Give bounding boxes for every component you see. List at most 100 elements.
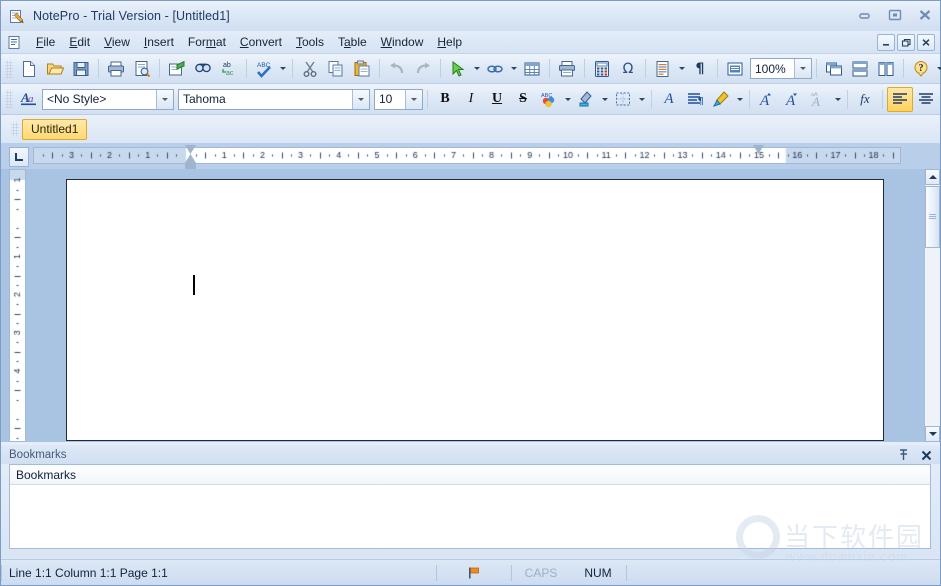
bold-button[interactable]: B bbox=[432, 87, 458, 112]
bookmarks-list[interactable]: Bookmarks bbox=[9, 464, 931, 549]
font-color-dropdown[interactable] bbox=[562, 88, 573, 111]
document-page[interactable] bbox=[66, 179, 884, 441]
toolbar-grip[interactable] bbox=[5, 59, 13, 78]
tabstrip-grip[interactable] bbox=[11, 122, 19, 136]
style-dropdown-arrow[interactable] bbox=[156, 89, 173, 109]
menu-tools[interactable]: Tools bbox=[289, 33, 331, 51]
font-size-dropdown-arrow[interactable] bbox=[405, 89, 422, 109]
zoom-combo[interactable]: 100% bbox=[750, 58, 812, 79]
page-setup-icon[interactable] bbox=[164, 56, 190, 81]
open-icon[interactable] bbox=[42, 56, 68, 81]
bookmarks-panel-title: Bookmarks bbox=[9, 448, 67, 461]
replace-icon[interactable]: ab ac bbox=[216, 56, 242, 81]
toolbar-overflow-arrow[interactable] bbox=[934, 57, 941, 80]
menu-convert[interactable]: Convert bbox=[233, 33, 289, 51]
font-dropdown-arrow[interactable] bbox=[352, 89, 369, 109]
font-combo[interactable]: Tahoma bbox=[178, 88, 370, 110]
copy-icon[interactable] bbox=[323, 56, 349, 81]
restore-button[interactable] bbox=[886, 7, 904, 23]
format-painter-icon[interactable] bbox=[708, 87, 734, 112]
mdi-minimize-button[interactable] bbox=[877, 34, 895, 51]
close-icon[interactable] bbox=[921, 450, 932, 463]
document-props-icon[interactable] bbox=[650, 56, 676, 81]
undo-icon[interactable] bbox=[384, 56, 410, 81]
change-case-dropdown[interactable] bbox=[832, 88, 843, 111]
pin-icon[interactable] bbox=[898, 449, 909, 463]
vertical-scrollbar[interactable] bbox=[924, 169, 940, 442]
cursor-select-icon[interactable] bbox=[445, 56, 471, 81]
tab-untitled1[interactable]: Untitled1 bbox=[22, 118, 88, 140]
print-preview-icon[interactable] bbox=[129, 56, 155, 81]
help-icon[interactable]: ? bbox=[908, 56, 934, 81]
cursor-dropdown[interactable] bbox=[471, 57, 482, 80]
format-painter-dropdown[interactable] bbox=[734, 88, 745, 111]
paragraph-dialog-icon[interactable]: ¶ bbox=[682, 87, 708, 112]
vertical-ruler[interactable] bbox=[9, 169, 26, 442]
style-icon[interactable]: A a bbox=[16, 87, 42, 112]
menu-file[interactable]: File bbox=[29, 33, 62, 51]
bookmarks-column-header[interactable]: Bookmarks bbox=[10, 465, 930, 485]
menu-view[interactable]: View bbox=[97, 33, 137, 51]
menu-edit[interactable]: Edit bbox=[62, 33, 97, 51]
grow-font-icon[interactable]: A bbox=[754, 87, 780, 112]
svg-text:a: a bbox=[28, 93, 34, 105]
spellcheck-dropdown[interactable] bbox=[277, 57, 288, 80]
document-dropdown[interactable] bbox=[676, 57, 687, 80]
italic-button[interactable]: I bbox=[458, 87, 484, 112]
font-color-icon[interactable]: ABC bbox=[536, 87, 562, 112]
hyperlink-dropdown[interactable] bbox=[508, 57, 519, 80]
redo-icon[interactable] bbox=[410, 56, 436, 81]
insert-table-icon[interactable] bbox=[519, 56, 545, 81]
underline-button[interactable]: U bbox=[484, 87, 510, 112]
insert-field-icon[interactable]: fx bbox=[852, 87, 878, 112]
tile-vertical-icon[interactable] bbox=[873, 56, 899, 81]
highlight-dropdown[interactable] bbox=[599, 88, 610, 111]
menu-format[interactable]: Format bbox=[181, 33, 233, 51]
zoom-value: 100% bbox=[755, 61, 786, 76]
zoom-dropdown-arrow[interactable] bbox=[794, 59, 811, 78]
tab-stop-icon[interactable] bbox=[9, 147, 29, 167]
cut-icon[interactable] bbox=[297, 56, 323, 81]
scroll-down-arrow[interactable] bbox=[925, 426, 940, 442]
highlight-color-icon[interactable] bbox=[573, 87, 599, 112]
print-merge-icon[interactable] bbox=[554, 56, 580, 81]
menu-insert[interactable]: Insert bbox=[137, 33, 181, 51]
paste-icon[interactable] bbox=[349, 56, 375, 81]
save-icon[interactable] bbox=[68, 56, 94, 81]
hyperlink-icon[interactable] bbox=[482, 56, 508, 81]
mdi-restore-button[interactable] bbox=[897, 34, 915, 51]
new-icon[interactable] bbox=[16, 56, 42, 81]
align-center-button[interactable] bbox=[913, 87, 939, 112]
borders-icon[interactable] bbox=[610, 87, 636, 112]
scroll-up-arrow[interactable] bbox=[925, 169, 940, 185]
borders-dropdown[interactable] bbox=[636, 88, 647, 111]
change-case-icon[interactable]: aA A bbox=[806, 87, 832, 112]
symbol-omega-icon[interactable]: Ω bbox=[615, 56, 641, 81]
align-left-button[interactable] bbox=[887, 86, 913, 112]
scrollbar-thumb[interactable] bbox=[925, 186, 940, 248]
cascade-windows-icon[interactable] bbox=[821, 56, 847, 81]
font-dialog-icon[interactable]: A bbox=[656, 87, 682, 112]
minimize-button[interactable] bbox=[856, 7, 874, 23]
calculator-icon[interactable] bbox=[589, 56, 615, 81]
strikethrough-button[interactable]: S bbox=[510, 87, 536, 112]
close-button[interactable] bbox=[916, 7, 934, 23]
toolbar-grip[interactable] bbox=[5, 90, 13, 108]
style-combo[interactable]: <No Style> bbox=[42, 88, 174, 110]
status-flag-cell[interactable] bbox=[437, 564, 511, 582]
zoom-icon[interactable] bbox=[722, 56, 748, 81]
menu-help[interactable]: Help bbox=[430, 33, 469, 51]
horizontal-ruler[interactable] bbox=[33, 147, 901, 164]
mdi-close-button[interactable] bbox=[917, 34, 935, 51]
spellcheck-icon[interactable]: ABC bbox=[251, 56, 277, 81]
print-icon[interactable] bbox=[103, 56, 129, 81]
tile-horizontal-icon[interactable] bbox=[847, 56, 873, 81]
font-size-combo[interactable]: 10 bbox=[374, 88, 423, 110]
separator bbox=[645, 59, 646, 78]
pilcrow-icon[interactable]: ¶ bbox=[687, 56, 713, 81]
document-icon[interactable] bbox=[7, 35, 22, 50]
menu-window[interactable]: Window bbox=[374, 33, 431, 51]
find-icon[interactable] bbox=[190, 56, 216, 81]
menu-table[interactable]: Table bbox=[331, 33, 374, 51]
shrink-font-icon[interactable]: A bbox=[780, 87, 806, 112]
